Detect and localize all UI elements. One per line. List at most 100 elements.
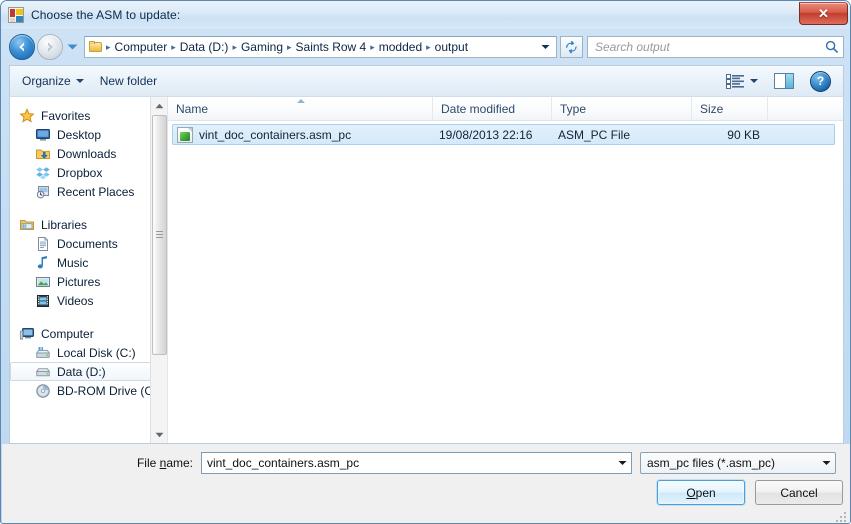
column-label: Type: [560, 101, 587, 116]
table-row[interactable]: vint_doc_containers.asm_pc 19/08/2013 22…: [172, 124, 835, 145]
optical-drive-icon: [35, 383, 51, 399]
sidebar-group-label: Libraries: [41, 217, 88, 232]
sidebar-group-favorites[interactable]: Favorites: [10, 106, 167, 125]
help-button[interactable]: ?: [802, 68, 839, 95]
open-button[interactable]: Open: [657, 480, 745, 505]
filename-value[interactable]: vint_doc_containers.asm_pc: [207, 453, 614, 473]
sidebar-item-pictures[interactable]: Pictures: [10, 272, 167, 291]
sidebar-item-label: Data (D:): [57, 364, 106, 379]
view-mode-button[interactable]: [718, 71, 766, 92]
recent-places-icon: [35, 184, 51, 200]
hard-drive-system-icon: [35, 345, 51, 361]
chevron-down-icon: [618, 461, 627, 465]
sidebar-item-label: Music: [57, 255, 89, 270]
filename-input[interactable]: vint_doc_containers.asm_pc: [201, 452, 632, 474]
sidebar-item-bd-rom-drive[interactable]: BD-ROM Drive (C: [10, 381, 167, 400]
scroll-down-button[interactable]: [151, 426, 167, 443]
sidebar-item-music[interactable]: Music: [10, 253, 167, 272]
back-arrow-icon: [19, 42, 24, 52]
filename-label-pre: File: [136, 456, 160, 470]
file-list-pane: Name Date modified Type Size vint_doc_co…: [168, 97, 843, 443]
breadcrumb-dropdown-button[interactable]: [537, 37, 554, 57]
computer-icon: [19, 326, 35, 342]
sidebar-group-label: Favorites: [41, 108, 91, 123]
sidebar-item-desktop[interactable]: Desktop: [10, 125, 167, 144]
sidebar-item-recent-places[interactable]: Recent Places: [10, 182, 167, 201]
history-dropdown-button[interactable]: [65, 35, 80, 59]
close-button[interactable]: ✕: [799, 2, 848, 25]
chevron-down-icon: [67, 44, 78, 50]
chevron-up-icon: [155, 103, 164, 108]
sidebar-scroll-thumb[interactable]: [152, 115, 167, 355]
sidebar-item-local-disk-c[interactable]: Local Disk (C:): [10, 343, 167, 362]
new-folder-button[interactable]: New folder: [92, 71, 165, 91]
open-label-accel: O: [686, 485, 696, 500]
sidebar-group-libraries[interactable]: Libraries: [10, 215, 167, 234]
breadcrumb-item-modded[interactable]: modded: [376, 37, 425, 57]
sidebar-item-label: Documents: [57, 236, 118, 251]
picture-icon: [35, 274, 51, 290]
cell-size: 90 KB: [727, 127, 760, 142]
scroll-up-button[interactable]: [151, 97, 167, 114]
file-open-dialog: Choose the ASM to update: ✕ ▸ Computer ▸: [0, 0, 851, 524]
sidebar-item-videos[interactable]: Videos: [10, 291, 167, 310]
scroll-grip-icon: [156, 231, 163, 240]
column-header-size[interactable]: Size: [692, 97, 768, 120]
refresh-button[interactable]: [560, 36, 583, 58]
organize-button[interactable]: Organize: [14, 71, 92, 91]
file-rows: vint_doc_containers.asm_pc 19/08/2013 22…: [168, 121, 843, 443]
preview-pane-button[interactable]: [766, 70, 802, 92]
breadcrumb-item-computer[interactable]: Computer: [112, 37, 171, 57]
search-input[interactable]: Search output: [595, 37, 825, 57]
organize-label: Organize: [22, 74, 71, 88]
column-header-filler: [768, 97, 843, 120]
chevron-down-icon: [541, 45, 550, 49]
sidebar-scrollbar[interactable]: [150, 97, 167, 443]
sidebar-item-data-d[interactable]: Data (D:): [10, 362, 161, 381]
breadcrumb[interactable]: ▸ Computer ▸ Data (D:) ▸ Gaming ▸ Saints…: [84, 36, 557, 58]
asm-pc-file-icon: [177, 126, 193, 143]
address-bar: ▸ Computer ▸ Data (D:) ▸ Gaming ▸ Saints…: [1, 29, 850, 65]
chevron-down-icon: [750, 79, 758, 83]
cancel-button[interactable]: Cancel: [755, 480, 843, 505]
back-button[interactable]: [9, 34, 35, 60]
column-label: Size: [700, 101, 724, 116]
breadcrumb-item-saints-row-4[interactable]: Saints Row 4: [293, 37, 370, 57]
resize-grip[interactable]: [836, 510, 848, 522]
sidebar-group-computer[interactable]: Computer: [10, 324, 167, 343]
toolbar: Organize New folder ?: [9, 65, 844, 96]
forward-arrow-icon: [48, 42, 53, 52]
sidebar-group-label: Computer: [41, 326, 94, 341]
sidebar-item-label: Videos: [57, 293, 94, 308]
column-header-date-modified[interactable]: Date modified: [433, 97, 552, 120]
sidebar-item-downloads[interactable]: Downloads: [10, 144, 167, 163]
chevron-down-icon: [155, 432, 164, 437]
refresh-icon: [566, 41, 577, 54]
sidebar-item-label: Recent Places: [57, 184, 135, 199]
sidebar-item-label: Pictures: [57, 274, 101, 289]
column-header-name[interactable]: Name: [168, 97, 433, 120]
breadcrumb-item-output[interactable]: output: [432, 37, 471, 57]
sidebar-item-documents[interactable]: Documents: [10, 234, 167, 253]
sidebar-item-label: BD-ROM Drive (C: [57, 383, 153, 398]
file-type-filter-value: asm_pc files (*.asm_pc): [647, 456, 776, 470]
folder-icon: [88, 40, 104, 54]
close-icon: ✕: [818, 6, 829, 21]
music-note-icon: [35, 255, 51, 271]
open-label-rest: pen: [695, 485, 716, 500]
forward-button[interactable]: [37, 34, 63, 60]
filename-row: File name: vint_doc_containers.asm_pc as…: [2, 451, 850, 475]
libraries-icon: [19, 217, 35, 233]
breadcrumb-item-data-d[interactable]: Data (D:): [177, 37, 232, 57]
star-icon: [19, 107, 35, 124]
filter-dropdown-button[interactable]: [818, 453, 835, 473]
column-headers: Name Date modified Type Size: [168, 97, 843, 121]
column-label: Date modified: [441, 101, 516, 116]
breadcrumb-item-gaming[interactable]: Gaming: [238, 37, 286, 57]
filename-dropdown-button[interactable]: [614, 453, 631, 473]
title-bar: Choose the ASM to update: ✕: [1, 1, 850, 29]
column-header-type[interactable]: Type: [552, 97, 692, 120]
search-box[interactable]: Search output: [587, 36, 844, 58]
sidebar-item-dropbox[interactable]: Dropbox: [10, 163, 167, 182]
file-type-filter-dropdown[interactable]: asm_pc files (*.asm_pc): [640, 452, 836, 474]
